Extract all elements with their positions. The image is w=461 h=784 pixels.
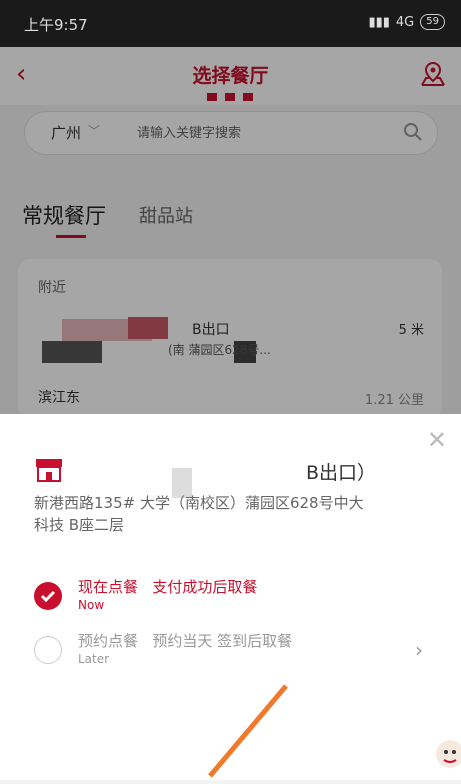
battery-icon: 59 — [420, 14, 445, 30]
network-type: 4G — [395, 14, 415, 30]
signal-icon: ▮▮▮ — [368, 14, 390, 30]
dim-overlay[interactable] — [0, 47, 461, 414]
option-title: 预约点餐 预约当天 签到后取餐 — [78, 632, 293, 650]
annotation-arrow — [208, 684, 288, 778]
store-name: B出口） — [306, 462, 377, 484]
chevron-right-icon[interactable]: › — [415, 638, 423, 662]
unchecked-radio-icon[interactable] — [34, 636, 62, 664]
status-bar: 上午9:57 ▮▮▮ 4G 59 — [0, 0, 461, 47]
option-subtitle: Later — [78, 652, 110, 666]
store-address: 新港西路135# 大学（南校区）蒲园区628号中大科技 B座二层 — [34, 494, 364, 534]
status-time: 上午9:57 — [24, 16, 88, 34]
mascot-icon — [430, 734, 461, 784]
close-icon[interactable]: ✕ — [427, 426, 447, 454]
order-type-sheet: ✕ B出口） 新港西路135# 大学（南校区）蒲园区628号中大科技 B座二层 … — [0, 414, 461, 780]
status-right: ▮▮▮ 4G 59 — [368, 14, 445, 30]
option-title: 现在点餐 支付成功后取餐 — [78, 578, 258, 596]
store-icon — [34, 457, 64, 487]
option-subtitle: Now — [78, 598, 105, 612]
checked-radio-icon[interactable] — [34, 582, 62, 610]
